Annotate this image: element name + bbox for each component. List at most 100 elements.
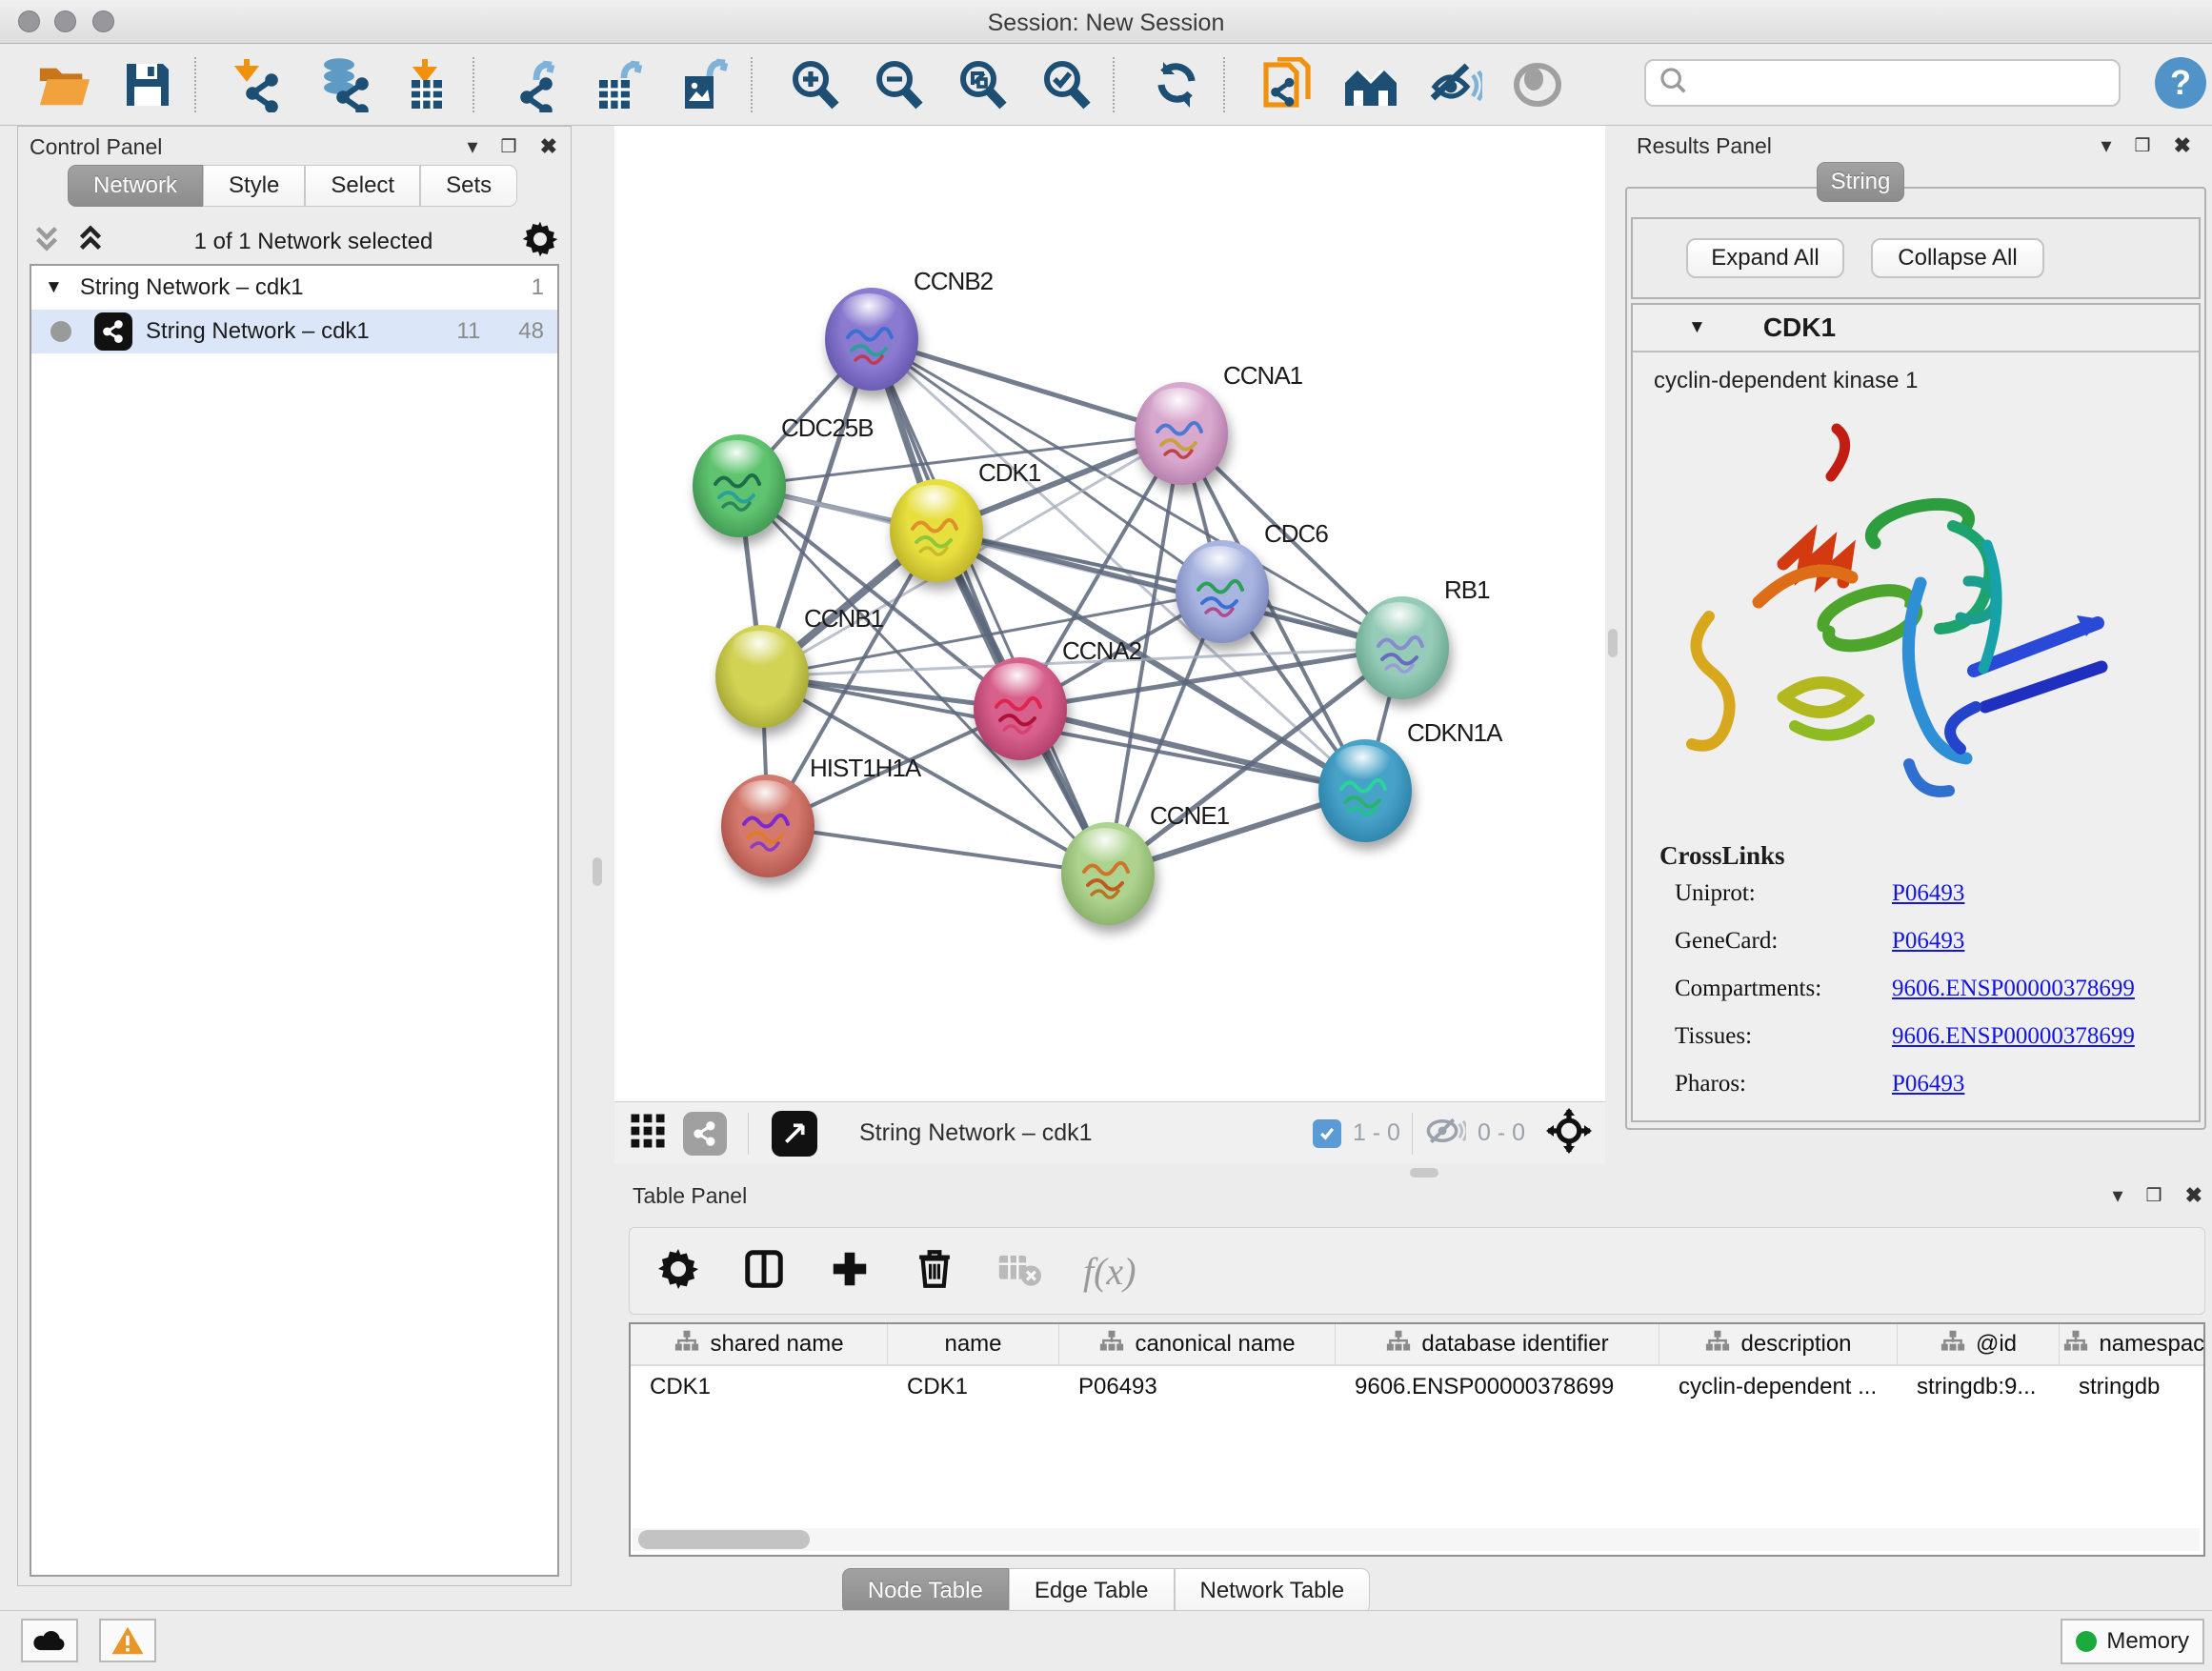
gene-section-header[interactable]: ▼ CDK1 [1633,305,2199,352]
open-session-button[interactable] [34,55,93,114]
table-panel-float-icon[interactable]: ❒ [2146,1185,2162,1207]
save-session-button[interactable] [118,55,177,114]
results-panel-float-icon[interactable]: ❒ [2135,135,2151,157]
export-image-button[interactable] [674,55,734,114]
export-network-button[interactable] [507,55,566,114]
first-neighbors-button[interactable] [1341,55,1400,114]
right-splitter-handle[interactable] [1608,629,1618,657]
gene-expander-icon[interactable]: ▼ [1688,317,1706,338]
table-panel-close-icon[interactable]: ✖ [2185,1183,2202,1208]
crosslink-link[interactable]: P06493 [1892,880,1964,907]
import-network-database-button[interactable] [312,55,372,114]
expand-all-button[interactable]: Expand All [1686,238,1844,278]
tab-node-table[interactable]: Node Table [842,1568,1009,1614]
search-input[interactable] [1690,70,2119,96]
node-CDC6[interactable] [1176,540,1269,643]
export-table-button[interactable] [591,55,650,114]
selected-checkbox-icon[interactable] [1313,1119,1341,1148]
network-options-gear-icon[interactable] [521,220,559,263]
zoom-selected-button[interactable] [1036,55,1096,114]
node-CCNA1[interactable] [1135,382,1228,485]
hidden-eye-icon [1424,1115,1466,1152]
expand-all-tree-icon[interactable] [75,223,106,260]
column-header-name[interactable]: name [888,1324,1059,1364]
memory-status-dot-icon [2076,1631,2097,1652]
control-panel-close-icon[interactable]: ✖ [540,134,557,159]
node-HIST1H1A[interactable] [721,775,814,877]
results-panel-collapse-icon[interactable]: ▾ [2101,133,2111,158]
node-CDK1[interactable] [890,479,983,582]
crosslink-link[interactable]: P06493 [1892,1071,1964,1097]
add-column-icon[interactable] [828,1247,872,1296]
edge-CCNB2-CCNE1[interactable] [872,339,1108,874]
tab-style[interactable]: Style [203,165,305,207]
import-table-button[interactable] [396,55,455,114]
table-panel-collapse-icon[interactable]: ▾ [2112,1183,2122,1208]
results-panel-close-icon[interactable]: ✖ [2174,133,2191,158]
node-CCNA2[interactable] [974,657,1067,760]
crosslink-row: Uniprot:P06493 [1675,880,2199,907]
window-title: Session: New Session [0,10,2212,37]
birdseye-crosshair-icon[interactable] [1546,1108,1592,1158]
tab-sets[interactable]: Sets [420,165,517,207]
tab-network[interactable]: Network [68,165,203,207]
table-horizontal-scrollbar[interactable] [633,1528,2200,1551]
column-header-canonical-name[interactable]: canonical name [1059,1324,1336,1364]
hide-selected-button[interactable] [1425,55,1484,114]
column-header--id[interactable]: @id [1898,1324,2060,1364]
detach-view-icon[interactable] [772,1111,817,1157]
network-share-view-icon[interactable] [683,1112,727,1156]
tab-select[interactable]: Select [305,165,420,207]
collapse-all-button[interactable]: Collapse All [1871,238,2044,278]
toolbar-separator [194,57,196,112]
tab-string[interactable]: String [1817,162,1904,202]
grid-view-icon[interactable] [628,1111,668,1156]
table-gear-icon[interactable] [656,1247,700,1296]
zoom-out-button[interactable] [869,55,928,114]
node-CCNB1[interactable] [715,625,809,728]
tab-edge-table[interactable]: Edge Table [1009,1568,1175,1614]
show-all-button[interactable] [1509,55,1568,114]
column-type-icon [1098,1329,1125,1360]
left-splitter-handle[interactable] [593,857,602,886]
warning-status-button[interactable] [99,1619,156,1662]
horizontal-splitter-handle[interactable] [1410,1168,1438,1178]
table-row[interactable]: CDK1CDK1P064939606.ENSP00000378699cyclin… [631,1366,2203,1408]
delete-column-trash-icon[interactable] [914,1247,955,1296]
refresh-button[interactable] [1147,55,1206,114]
node-CCNE1[interactable] [1061,822,1155,925]
split-columns-icon[interactable] [742,1247,786,1296]
tab-network-table[interactable]: Network Table [1175,1568,1371,1614]
cloud-status-button[interactable] [21,1619,78,1662]
import-network-file-button[interactable] [229,55,288,114]
edge-HIST1H1A-CCNE1[interactable] [768,826,1108,874]
help-button[interactable]: ? [2155,57,2206,109]
search-box[interactable] [1644,59,2121,107]
column-header-shared-name[interactable]: shared name [631,1324,888,1364]
control-panel-float-icon[interactable]: ❒ [501,136,517,158]
crosslink-link[interactable]: 9606.ENSP00000378699 [1892,1023,2135,1050]
column-header-description[interactable]: description [1659,1324,1898,1364]
crosslink-link[interactable]: 9606.ENSP00000378699 [1892,976,2135,1002]
network-collection-row[interactable]: ▼ String Network – cdk1 1 [31,266,557,310]
node-RB1[interactable] [1356,596,1449,699]
node-CCNB2[interactable] [825,288,918,391]
network-canvas[interactable]: CCNB2 CCNA1 CDC25B CDK1 CDC6 RB1CCNB1 CC… [614,126,1605,1101]
edge-CCNB2-CCNA1[interactable] [872,339,1181,433]
node-CDKN1A[interactable] [1318,739,1412,842]
crosslink-link[interactable]: P06493 [1892,928,1964,955]
control-panel-collapse-icon[interactable]: ▾ [467,134,477,159]
network-from-document-button[interactable] [1257,55,1317,114]
function-builder-icon: f(x) [1083,1249,1136,1294]
toolbar-separator [751,57,753,112]
tree-expander-icon[interactable]: ▼ [45,277,63,298]
column-header-database-identifier[interactable]: database identifier [1336,1324,1659,1364]
column-header-namespace[interactable]: namespace [2060,1324,2205,1364]
collapse-all-tree-icon[interactable] [31,223,62,260]
memory-button[interactable]: Memory [2061,1619,2204,1664]
zoom-fit-button[interactable] [953,55,1012,114]
node-CDC25B[interactable] [693,434,786,537]
zoom-in-button[interactable] [785,55,844,114]
table-cell: cyclin-dependent ... [1659,1366,1898,1408]
network-row[interactable]: String Network – cdk1 11 48 [31,310,557,353]
